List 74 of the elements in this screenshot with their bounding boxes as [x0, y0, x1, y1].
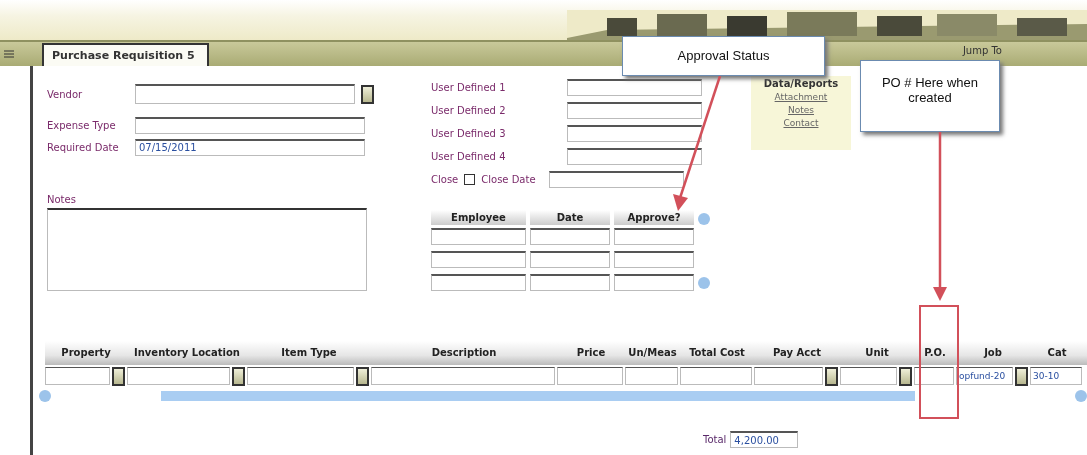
approval-field[interactable] [530, 251, 610, 268]
grid-cell[interactable] [45, 367, 110, 385]
panel-link[interactable]: Attachment [774, 92, 828, 102]
close-checkbox[interactable] [464, 174, 476, 185]
column-header: Item Type [280, 348, 338, 358]
column-header: Un/Meas [627, 348, 678, 358]
field-label: Close Date [481, 174, 537, 185]
column-header: Approve? [614, 210, 694, 225]
grid-cell[interactable] [371, 367, 555, 385]
lookup-button[interactable] [356, 366, 369, 386]
panel-link[interactable]: Notes [788, 105, 814, 115]
column-header: Job [982, 348, 1003, 358]
callout: PO # Here when created [860, 60, 1000, 132]
total-field[interactable]: 4,200.00 [730, 431, 799, 448]
grid-cell[interactable] [914, 367, 954, 385]
lookup-button[interactable] [825, 366, 838, 386]
grid-cell[interactable]: 30-10 [1030, 367, 1082, 385]
jump-to-label[interactable]: Jump To [962, 45, 1002, 56]
input-field[interactable] [135, 116, 365, 134]
lookup-button[interactable] [361, 84, 374, 104]
field-label: User Defined 1 [431, 82, 507, 93]
approval-field[interactable] [431, 274, 526, 291]
checkbox-label: Close [431, 174, 459, 185]
grid-cell[interactable] [127, 367, 230, 385]
tab[interactable]: Purchase Requisition 5 [42, 43, 209, 66]
approval-field[interactable] [431, 251, 526, 268]
column-header: Pay Acct [772, 348, 822, 358]
approval-field[interactable] [614, 228, 694, 245]
approval-field[interactable] [431, 228, 526, 245]
input-field[interactable] [549, 171, 685, 188]
grid-cell[interactable] [557, 367, 623, 385]
approval-field[interactable] [530, 228, 610, 245]
column-header: Date [530, 210, 610, 225]
column-header: Price [575, 348, 607, 358]
input-field[interactable]: 07/15/2011 [135, 138, 365, 156]
notes-field[interactable] [47, 208, 367, 291]
input-field[interactable] [567, 79, 702, 96]
lookup-button[interactable] [232, 366, 245, 386]
field-label: Vendor [47, 88, 84, 100]
lookup-button[interactable] [1015, 366, 1028, 386]
column-header: Inventory Location [133, 348, 241, 358]
input-field[interactable] [567, 125, 702, 142]
field-label: User Defined 3 [431, 128, 507, 139]
column-header: Property [60, 348, 112, 358]
input-field[interactable] [567, 102, 702, 119]
grid-cell[interactable] [840, 367, 897, 385]
grid-cell[interactable] [754, 367, 823, 385]
lookup-button[interactable] [112, 366, 125, 386]
total-label: Total [703, 434, 727, 445]
column-header: P.O. [923, 348, 947, 358]
column-header: Employee [431, 210, 526, 225]
field-label: User Defined 2 [431, 105, 507, 116]
grid-cell[interactable]: opfund-20 [956, 367, 1013, 385]
field-label: Required Date [47, 141, 120, 153]
field-label: User Defined 4 [431, 151, 507, 162]
column-header: Total Cost [688, 348, 746, 358]
scroll-bar[interactable] [160, 391, 916, 401]
column-header: Unit [864, 348, 890, 358]
approval-field[interactable] [614, 274, 694, 291]
panel-link[interactable]: Contact [783, 118, 819, 128]
column-header: Description [430, 348, 498, 358]
approval-field[interactable] [530, 274, 610, 291]
panel-title: Data/Reports [763, 78, 839, 89]
approval-field[interactable] [614, 251, 694, 268]
grid-cell[interactable] [247, 367, 354, 385]
column-header: Cat [1046, 348, 1068, 358]
input-field[interactable] [567, 148, 702, 165]
grid-cell[interactable] [680, 367, 752, 385]
callout: Approval Status [622, 36, 825, 76]
grid-cell[interactable] [625, 367, 678, 385]
input-field[interactable] [135, 84, 355, 104]
field-label: Expense Type [47, 119, 117, 131]
lookup-button[interactable] [899, 366, 912, 386]
field-label: Notes [47, 194, 77, 205]
